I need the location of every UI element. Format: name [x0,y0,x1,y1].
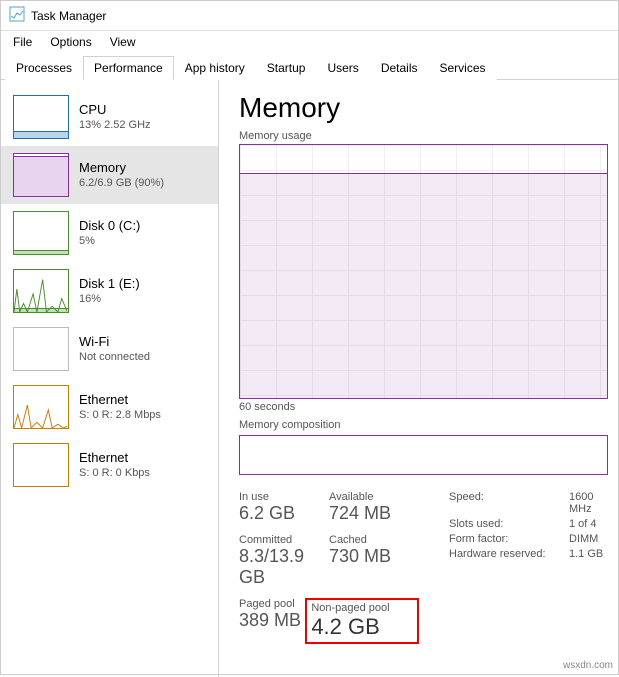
in-use-value: 6.2 GB [239,503,329,524]
nonpaged-label: Non-paged pool [311,602,413,614]
sidebar-eth0-sub: S: 0 R: 2.8 Mbps [79,408,161,423]
paged-label: Paged pool [239,598,305,610]
speed-label: Speed: [449,491,569,515]
sidebar-disk0-title: Disk 0 (C:) [79,217,140,235]
disk0-mini-graph [13,211,69,255]
cached-value: 730 MB [329,546,419,567]
hwreserved-value: 1.1 GB [569,548,608,560]
available-value: 724 MB [329,503,419,524]
menu-options[interactable]: Options [42,33,99,51]
sidebar-item-disk1[interactable]: Disk 1 (E:) 16% [1,262,218,320]
stat-in-use: In use 6.2 GB [239,491,329,524]
sidebar-item-wifi[interactable]: Wi-Fi Not connected [1,320,218,378]
sidebar-wifi-sub: Not connected [79,350,150,365]
sidebar-item-eth0[interactable]: Ethernet S: 0 R: 2.8 Mbps [1,378,218,436]
title-bar: Task Manager [1,1,618,31]
sidebar-disk1-sub: 16% [79,292,140,307]
form-label: Form factor: [449,533,569,545]
sidebar-item-eth1[interactable]: Ethernet S: 0 R: 0 Kbps [1,436,218,494]
cpu-mini-graph [13,95,69,139]
tab-performance[interactable]: Performance [83,56,174,80]
sidebar-cpu-title: CPU [79,101,151,119]
disk1-mini-graph [13,269,69,313]
sidebar-memory-title: Memory [79,159,164,177]
tab-services[interactable]: Services [429,56,497,80]
stat-available: Available 724 MB [329,491,419,524]
graph-axis-label: 60 seconds [239,401,608,413]
sidebar-wifi-title: Wi-Fi [79,333,150,351]
sidebar: CPU 13% 2.52 GHz Memory 6.2/6.9 GB (90%)… [1,80,219,677]
memory-usage-graph [239,144,608,399]
tab-bar: Processes Performance App history Startu… [1,55,618,80]
form-value: DIMM [569,533,608,545]
stat-nonpaged-pool: Non-paged pool 4.2 GB [305,598,419,644]
menu-file[interactable]: File [5,33,40,51]
memory-composition-bar [239,435,608,475]
committed-label: Committed [239,534,329,546]
available-label: Available [329,491,419,503]
stat-cached: Cached 730 MB [329,534,419,588]
sidebar-item-cpu[interactable]: CPU 13% 2.52 GHz [1,88,218,146]
page-heading: Memory [239,92,608,124]
memory-composition-label: Memory composition [239,419,608,431]
slots-value: 1 of 4 [569,518,608,530]
sidebar-disk0-sub: 5% [79,234,140,249]
watermark: wsxdn.com [563,660,613,671]
in-use-label: In use [239,491,329,503]
sidebar-eth1-sub: S: 0 R: 0 Kbps [79,466,150,481]
eth1-mini-graph [13,443,69,487]
hwreserved-label: Hardware reserved: [449,548,569,560]
stat-paged-pool: Paged pool 389 MB [239,598,305,644]
eth0-mini-graph [13,385,69,429]
window-title: Task Manager [31,9,106,23]
sidebar-eth0-title: Ethernet [79,391,161,409]
slots-label: Slots used: [449,518,569,530]
pool-row: Paged pool 389 MB Non-paged pool 4.2 GB [239,598,419,644]
main-panel: Memory Memory usage 60 seconds Memory co… [219,80,618,677]
sidebar-eth1-title: Ethernet [79,449,150,467]
task-manager-icon [9,6,25,25]
nonpaged-value: 4.2 GB [311,614,413,640]
sidebar-disk1-title: Disk 1 (E:) [79,275,140,293]
paged-value: 389 MB [239,610,305,631]
wifi-mini-graph [13,327,69,371]
cached-label: Cached [329,534,419,546]
tab-users[interactable]: Users [316,56,369,80]
stats-grid: In use 6.2 GB Available 724 MB Speed: 16… [239,491,608,644]
tab-app-history[interactable]: App history [174,56,256,80]
sidebar-memory-sub: 6.2/6.9 GB (90%) [79,176,164,191]
tab-details[interactable]: Details [370,56,429,80]
memory-mini-graph [13,153,69,197]
tab-startup[interactable]: Startup [256,56,317,80]
sidebar-cpu-sub: 13% 2.52 GHz [79,118,151,133]
tab-processes[interactable]: Processes [5,56,83,80]
memory-usage-label: Memory usage [239,130,608,142]
menu-view[interactable]: View [102,33,144,51]
sidebar-item-memory[interactable]: Memory 6.2/6.9 GB (90%) [1,146,218,204]
sidebar-item-disk0[interactable]: Disk 0 (C:) 5% [1,204,218,262]
right-stats: Speed: 1600 MHz Slots used: 1 of 4 Form … [419,491,608,644]
stat-committed: Committed 8.3/13.9 GB [239,534,329,588]
menu-bar: File Options View [1,31,618,53]
committed-value: 8.3/13.9 GB [239,546,329,588]
speed-value: 1600 MHz [569,491,608,515]
